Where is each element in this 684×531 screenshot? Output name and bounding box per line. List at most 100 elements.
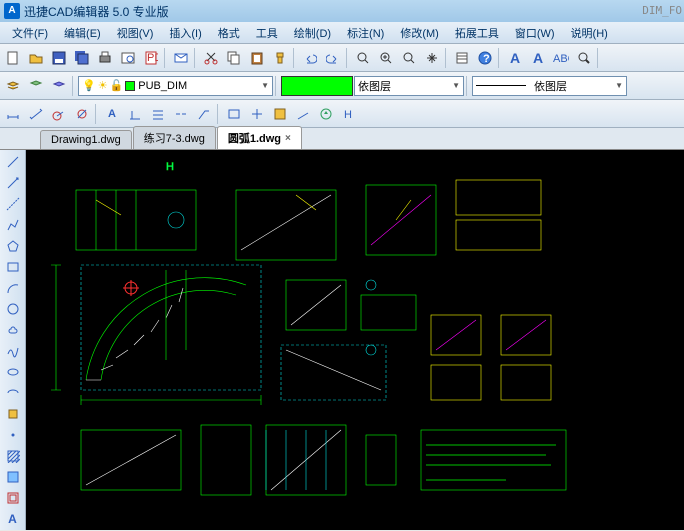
region-tool[interactable] (3, 488, 23, 507)
block-tool[interactable] (3, 404, 23, 423)
color-swatch-green[interactable] (281, 76, 353, 96)
layer-color-swatch (125, 81, 135, 91)
menu-help[interactable]: 说明(H) (563, 23, 616, 43)
mtext-tool[interactable]: A (3, 509, 23, 528)
text-a2-button[interactable]: A (527, 47, 549, 69)
dim-update-button[interactable] (315, 103, 337, 125)
dim-oblique-button[interactable] (292, 103, 314, 125)
help-button[interactable]: ? (474, 47, 496, 69)
cad-drawing: H (26, 150, 666, 520)
center-mark-button[interactable] (246, 103, 268, 125)
layer-combo[interactable]: 💡 ☀ 🔓 PUB_DIM ▼ (78, 76, 273, 96)
close-icon[interactable]: × (285, 133, 291, 144)
dim-baseline-button[interactable] (147, 103, 169, 125)
zoom-window-button[interactable] (352, 47, 374, 69)
layer-dropdown-button[interactable] (48, 75, 70, 97)
xline-tool[interactable] (3, 194, 23, 213)
separator (597, 48, 601, 68)
gradient-tool[interactable] (3, 467, 23, 486)
menu-tools[interactable]: 工具 (248, 23, 286, 43)
separator (275, 76, 279, 96)
hatch-tool[interactable] (3, 446, 23, 465)
menubar: 文件(F) 编辑(E) 视图(V) 插入(I) 格式 工具 绘制(D) 标注(N… (0, 22, 684, 44)
mtext-button[interactable]: ABC (550, 47, 572, 69)
menu-extend[interactable]: 拓展工具 (447, 23, 507, 43)
menu-window[interactable]: 窗口(W) (507, 23, 563, 43)
tab-label: Drawing1.dwg (51, 134, 121, 146)
open-button[interactable] (25, 47, 47, 69)
line-tool[interactable] (3, 152, 23, 171)
bylayer-color-label: 依图层 (358, 78, 391, 94)
preview-button[interactable] (117, 47, 139, 69)
layer-props-button[interactable] (2, 75, 24, 97)
svg-text:PDF: PDF (147, 52, 158, 64)
spline-tool[interactable] (3, 341, 23, 360)
point-tool[interactable] (3, 425, 23, 444)
save-button[interactable] (48, 47, 70, 69)
properties-button[interactable] (451, 47, 473, 69)
rectangle-tool[interactable] (3, 257, 23, 276)
drawing-canvas[interactable]: H (26, 150, 684, 530)
dim-continue-button[interactable] (170, 103, 192, 125)
polygon-tool[interactable] (3, 236, 23, 255)
text-a-button[interactable]: A (504, 47, 526, 69)
new-button[interactable] (2, 47, 24, 69)
dim-aligned-button[interactable] (25, 103, 47, 125)
menu-draw[interactable]: 绘制(D) (286, 23, 339, 43)
toolbar-standard: PDF ? A A ABC DIM_FO (0, 44, 684, 72)
revision-cloud-tool[interactable] (3, 320, 23, 339)
separator (498, 48, 502, 68)
svg-text:H: H (166, 161, 174, 173)
ellipse-tool[interactable] (3, 362, 23, 381)
zoom-previous-button[interactable] (398, 47, 420, 69)
print-button[interactable] (94, 47, 116, 69)
format-painter-button[interactable] (269, 47, 291, 69)
undo-button[interactable] (299, 47, 321, 69)
zoom-realtime-button[interactable] (375, 47, 397, 69)
layer-states-button[interactable] (25, 75, 47, 97)
tab-practice[interactable]: 练习7-3.dwg (133, 126, 216, 149)
chevron-down-icon: ▼ (615, 81, 623, 90)
ray-tool[interactable] (3, 173, 23, 192)
menu-dimension[interactable]: 标注(N) (339, 23, 392, 43)
toolbar-layers: 💡 ☀ 🔓 PUB_DIM ▼ 依图层 ▼ 依图层 ▼ (0, 72, 684, 100)
tab-arc[interactable]: 圆弧1.dwg× (217, 126, 302, 149)
email-button[interactable] (170, 47, 192, 69)
polyline-tool[interactable] (3, 215, 23, 234)
cut-button[interactable] (200, 47, 222, 69)
arc-tool[interactable] (3, 278, 23, 297)
svg-text:ABC: ABC (553, 53, 569, 65)
menu-edit[interactable]: 编辑(E) (56, 23, 109, 43)
menu-modify[interactable]: 修改(M) (392, 23, 447, 43)
chevron-down-icon: ▼ (261, 81, 269, 90)
find-button[interactable] (573, 47, 595, 69)
tolerance-button[interactable] (223, 103, 245, 125)
dim-linear-button[interactable] (2, 103, 24, 125)
saveall-button[interactable] (71, 47, 93, 69)
menu-insert[interactable]: 插入(I) (161, 23, 209, 43)
tab-drawing1[interactable]: Drawing1.dwg (40, 130, 132, 149)
bylayer-linetype-combo[interactable]: 依图层 ▼ (472, 76, 627, 96)
copy-button[interactable] (223, 47, 245, 69)
leader-button[interactable] (193, 103, 215, 125)
separator (194, 48, 198, 68)
circle-tool[interactable] (3, 299, 23, 318)
dim-textedit-button[interactable]: H (338, 103, 360, 125)
redo-button[interactable] (322, 47, 344, 69)
ellipse-arc-tool[interactable] (3, 383, 23, 402)
dim-diameter-button[interactable] (71, 103, 93, 125)
menu-view[interactable]: 视图(V) (109, 23, 162, 43)
bylayer-color-combo[interactable]: 依图层 ▼ (354, 76, 464, 96)
pan-button[interactable] (421, 47, 443, 69)
menu-file[interactable]: 文件(F) (4, 23, 56, 43)
dim-angular-button[interactable]: A (101, 103, 123, 125)
menu-format[interactable]: 格式 (210, 23, 248, 43)
paste-button[interactable] (246, 47, 268, 69)
dim-edit-button[interactable] (269, 103, 291, 125)
layer-name: PUB_DIM (138, 80, 187, 92)
bylayer-linetype-label: 依图层 (534, 78, 567, 94)
dim-ordinate-button[interactable] (124, 103, 146, 125)
svg-text:H: H (344, 109, 352, 121)
pdf-button[interactable]: PDF (140, 47, 162, 69)
dim-radius-button[interactable] (48, 103, 70, 125)
